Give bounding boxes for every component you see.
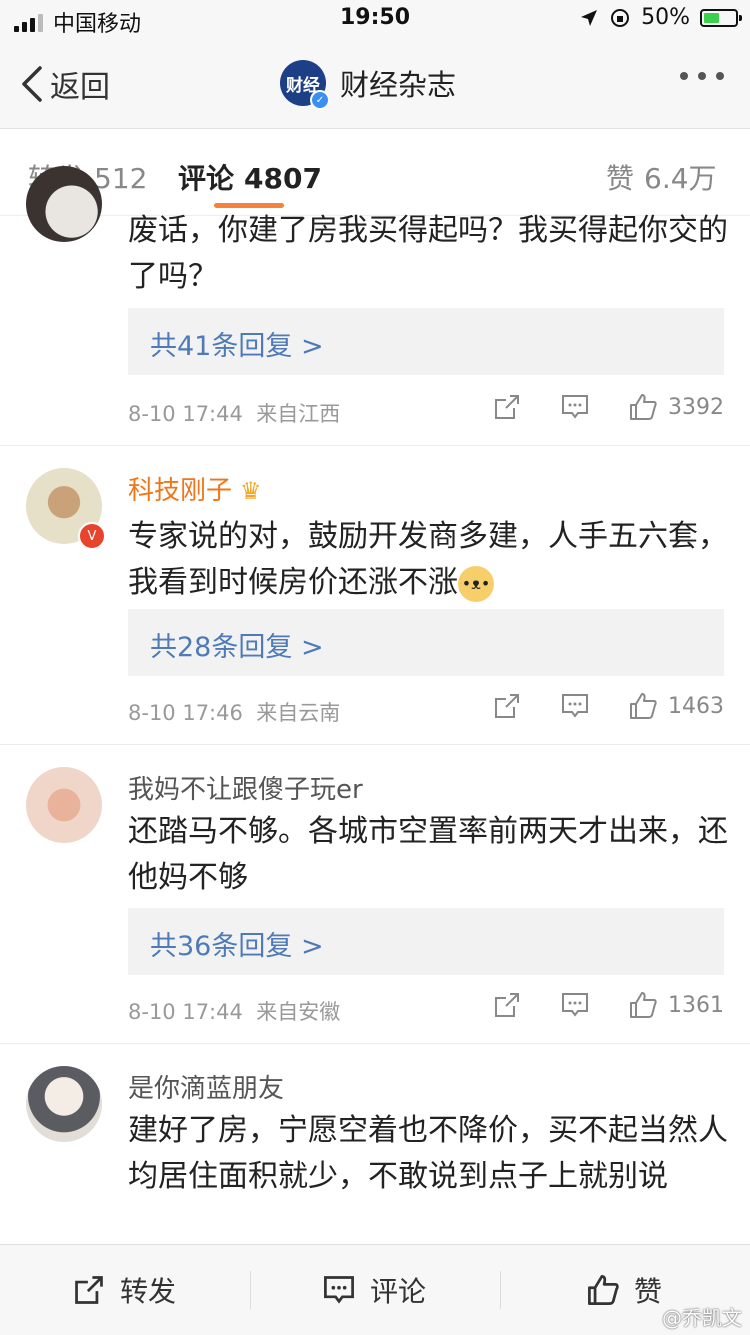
tab-count: 6.4万 [644,162,717,195]
comment-text: 还踏马不够。各城市空置率前两天才出来，还他妈不够 [128,814,728,895]
comment-time: 8-10 17:44 [128,1000,243,1024]
like-count: 1463 [668,693,724,719]
like-count: 1361 [668,992,724,1018]
share-button[interactable] [492,691,522,721]
repost-button[interactable]: 转发 [72,1245,176,1335]
comment-item: 我妈不让跟傻子玩er 还踏马不够。各城市空置率前两天才出来，还他妈不够 共36条… [0,745,750,1044]
status-right: 50% [579,5,742,30]
comment-meta: 8-10 17:46 来自云南 [128,697,340,727]
account-logo: 财经 ✓ [280,60,330,110]
battery-icon [700,8,742,27]
like-count: 3392 [668,394,724,420]
bottom-action-bar: 转发 评论 赞 [0,1244,750,1335]
comment-text: 废话，你建了房我买得起吗？我买得起你交的了吗？ [128,213,728,294]
tab-bar: 转发512 评论4807 赞6.4万 [0,129,750,216]
author-name: 科技刚子 [128,476,233,506]
comment-actions: 1463 [492,691,724,721]
repost-label: 转发 [120,1275,177,1308]
share-button[interactable] [492,392,522,422]
share-icon [495,694,519,718]
like-button[interactable]: 1463 [628,691,724,721]
chevron-left-icon [22,66,42,102]
tab-label: 赞 [606,162,635,195]
comment-item: V 科技刚子 ♛ 专家说的对，鼓励开发商多建，人手五六套，我看到时候房价还涨不涨 •… [0,446,750,745]
share-button[interactable] [492,990,522,1020]
replies-link[interactable]: 共28条回复 > [128,609,724,676]
replies-label: 共28条回复 > [150,632,324,663]
verified-badge-icon: V [78,522,106,550]
thumbs-up-icon [630,394,657,420]
share-icon [495,395,519,419]
like-bottom-button[interactable]: 赞 [586,1245,662,1335]
thumbs-up-icon [630,992,657,1018]
comment-text-wrap: 专家说的对，鼓励开发商多建，人手五六套，我看到时候房价还涨不涨 •ᴥ• [128,514,728,606]
status-bar: 中国移动 19:50 50% [0,0,750,40]
account-name: 财经杂志 [340,68,457,102]
comment-button[interactable]: 评论 [322,1245,426,1335]
more-dot-icon [680,72,688,80]
user-avatar[interactable] [26,1066,102,1142]
comment-author[interactable]: 科技刚子 ♛ [128,470,262,507]
comment-item: 废话，你建了房我买得起吗？我买得起你交的了吗？ 共41条回复 > 8-10 17… [0,166,750,446]
tab-comments[interactable]: 评论 4807 [178,157,322,197]
more-button[interactable] [680,72,724,80]
thumbs-up-icon [630,693,657,719]
like-button[interactable]: 3392 [628,392,724,422]
battery-percent: 50% [641,5,690,30]
verified-badge-icon: ✓ [310,90,330,110]
comment-icon [562,694,588,718]
back-button[interactable]: 返回 [18,62,110,106]
divider [250,1271,251,1309]
back-label: 返回 [50,70,110,105]
user-avatar[interactable] [26,767,102,843]
user-avatar[interactable] [26,166,102,242]
comment-text: 专家说的对，鼓励开发商多建，人手五六套，我看到时候房价还涨不涨 [128,519,728,600]
tab-count: 4807 [244,162,322,195]
reply-button[interactable] [560,691,590,721]
more-dot-icon [716,72,724,80]
comment-time: 8-10 17:46 [128,701,243,725]
comment-time: 8-10 17:44 [128,402,243,426]
divider [500,1271,501,1309]
share-icon [75,1276,103,1304]
reply-button[interactable] [560,392,590,422]
comment-source: 来自云南 [256,701,341,725]
comment-source: 来自安徽 [256,1000,341,1024]
comment-text: 建好了房，宁愿空着也不降价，买不起当然人均居住面积就少，不敢说到点子上就别说 [128,1113,728,1194]
replies-label: 共41条回复 > [150,331,324,362]
location-arrow-icon [581,9,598,26]
orientation-lock-icon [611,8,630,27]
more-dot-icon [698,72,706,80]
comment-actions: 3392 [492,392,724,422]
comment-item: 是你滴蓝朋友 建好了房，宁愿空着也不降价，买不起当然人均居住面积就少，不敢说到点… [0,1044,750,1264]
comment-icon [562,395,588,419]
comment-actions: 1361 [492,990,724,1020]
crown-icon: ♛ [240,477,262,505]
replies-link[interactable]: 共41条回复 > [128,308,724,375]
comment-icon [324,1276,354,1304]
comment-author[interactable]: 我妈不让跟傻子玩er [128,769,363,806]
thumbs-up-icon [588,1275,619,1305]
comment-label: 评论 [370,1275,427,1308]
tab-count: 512 [94,162,148,195]
replies-label: 共36条回复 > [150,931,324,962]
comment-meta: 8-10 17:44 来自安徽 [128,996,340,1026]
like-label: 赞 [634,1275,663,1308]
watermark: @乔凯文 [662,1306,742,1330]
nav-bar: 返回 财经 ✓ 财经杂志 [0,40,750,129]
comment-list: 废话，你建了房我买得起吗？我买得起你交的了吗？ 共41条回复 > 8-10 17… [0,166,750,1264]
reply-button[interactable] [560,990,590,1020]
comment-source: 来自江西 [256,402,341,426]
comment-author[interactable]: 是你滴蓝朋友 [128,1068,284,1105]
like-button[interactable]: 1361 [628,990,724,1020]
comment-meta: 8-10 17:44 来自江西 [128,398,340,428]
tab-label: 评论 [178,162,235,195]
replies-link[interactable]: 共36条回复 > [128,908,724,975]
nav-title[interactable]: 财经 ✓ 财经杂志 [280,60,457,110]
share-icon [495,993,519,1017]
doge-emoji-icon: •ᴥ• [458,565,494,602]
comment-icon [562,993,588,1017]
tab-likes[interactable]: 赞 6.4万 [606,157,717,197]
